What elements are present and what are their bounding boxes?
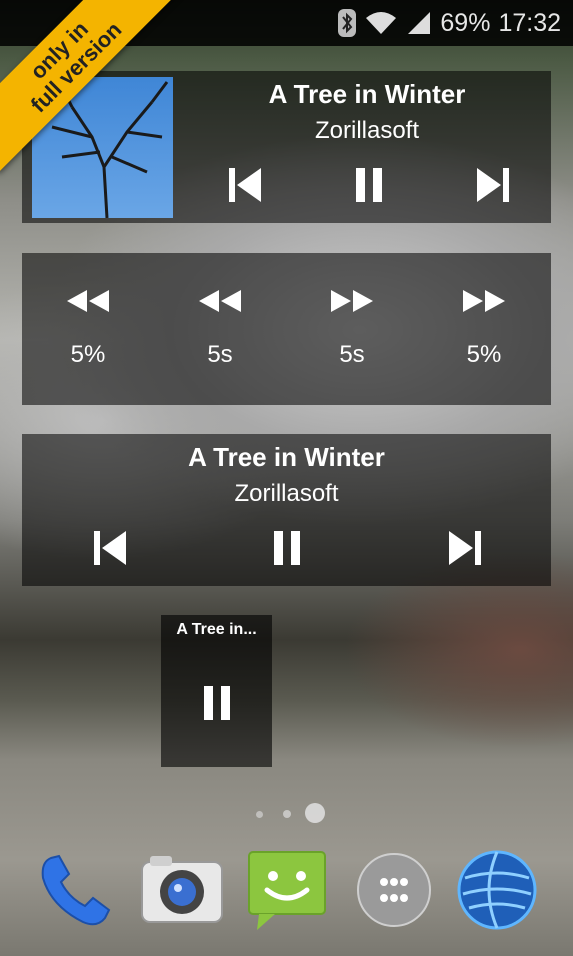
- music-widget-small: A Tree in...: [161, 615, 272, 767]
- page-dot[interactable]: [256, 811, 263, 818]
- music-widget-large: A Tree in Winter Zorillasoft: [22, 71, 551, 223]
- music-widget-medium: A Tree in Winter Zorillasoft: [22, 434, 551, 586]
- fast-forward-icon: [331, 290, 373, 312]
- next-button[interactable]: [468, 165, 518, 205]
- signal-icon: [408, 12, 431, 34]
- pause-icon: [204, 686, 230, 720]
- previous-button[interactable]: [220, 165, 270, 205]
- browser-icon[interactable]: [455, 848, 539, 932]
- rewind-percent-button[interactable]: [48, 281, 128, 321]
- rewind-seconds-button[interactable]: [180, 281, 260, 321]
- next-button[interactable]: [440, 528, 490, 568]
- track-title: A Tree in...: [176, 621, 257, 638]
- seek-label: 5s: [207, 341, 233, 368]
- next-icon: [477, 168, 509, 202]
- page-dot-active[interactable]: [305, 803, 325, 823]
- next-icon: [449, 531, 481, 565]
- track-title: A Tree in Winter: [268, 79, 466, 109]
- previous-icon: [229, 168, 261, 202]
- track-title: A Tree in Winter: [188, 442, 385, 472]
- pause-icon: [356, 168, 382, 202]
- seek-label: 5%: [466, 341, 502, 368]
- seek-label: 5s: [339, 341, 365, 368]
- bluetooth-icon: [338, 9, 357, 37]
- page-dot[interactable]: [283, 810, 291, 818]
- camera-icon[interactable]: [140, 848, 224, 932]
- previous-button[interactable]: [85, 528, 135, 568]
- battery-percentage: 69%: [440, 8, 491, 37]
- track-artist: Zorillasoft: [314, 117, 420, 144]
- clock: 17:32: [498, 8, 561, 37]
- rewind-icon: [199, 290, 241, 312]
- pause-icon: [274, 531, 300, 565]
- fast-forward-icon: [463, 290, 505, 312]
- forward-seconds-button[interactable]: [312, 281, 392, 321]
- previous-icon: [94, 531, 126, 565]
- app-drawer-icon[interactable]: [352, 848, 436, 932]
- wifi-icon: [366, 12, 397, 34]
- forward-percent-button[interactable]: [444, 281, 524, 321]
- track-artist: Zorillasoft: [234, 480, 339, 507]
- pause-button[interactable]: [344, 165, 394, 205]
- pause-button[interactable]: [262, 528, 312, 568]
- pause-button[interactable]: [192, 681, 242, 725]
- phone-icon[interactable]: [33, 848, 117, 932]
- messaging-icon[interactable]: [245, 848, 329, 932]
- seek-label: 5%: [70, 341, 106, 368]
- seek-widget: 5% 5s 5s 5%: [22, 253, 551, 405]
- rewind-icon: [67, 290, 109, 312]
